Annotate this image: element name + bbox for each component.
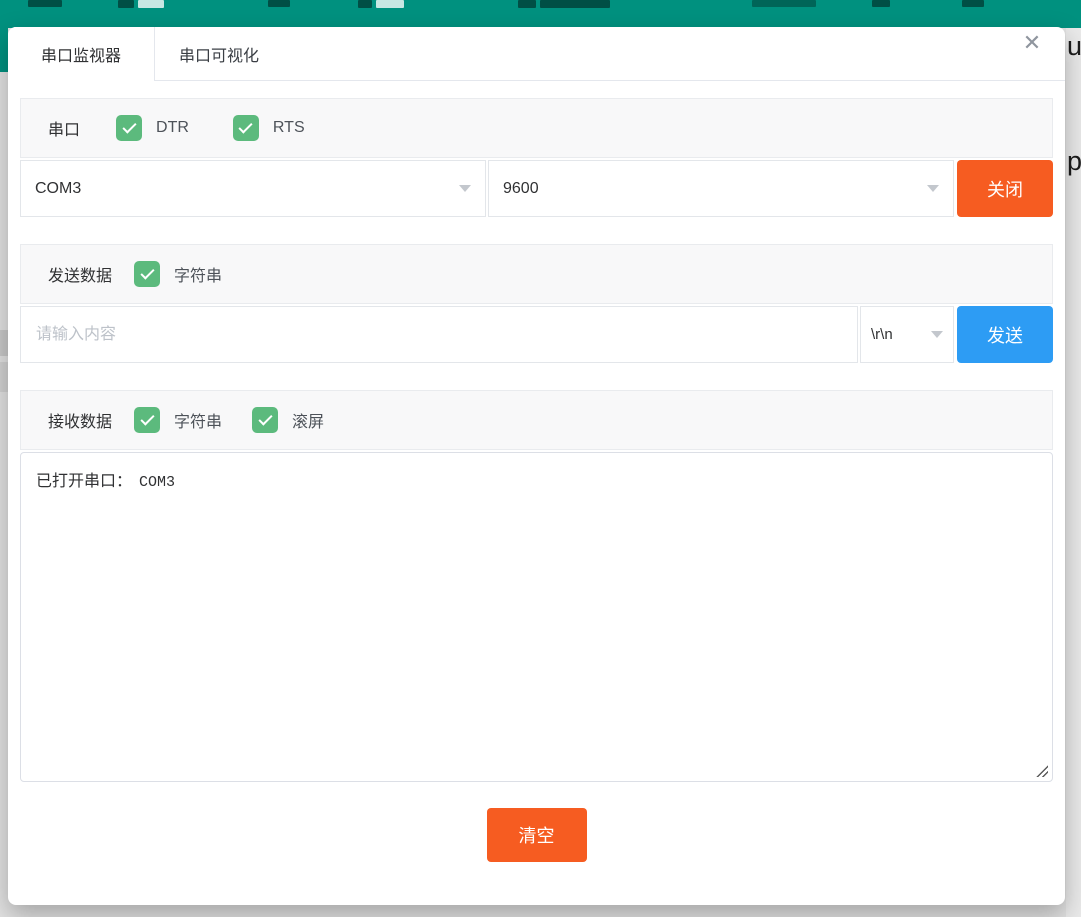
toolbar-item-fragment (962, 0, 984, 7)
send-input[interactable] (20, 306, 858, 363)
serial-monitor-dialog: 串口监视器 串口可视化 ✕ 串口 DTR RTS COM3 9600 (8, 27, 1065, 905)
send-section-header: 发送数据 字符串 (20, 244, 1053, 304)
rts-label: RTS (273, 119, 305, 137)
output-message: 已打开串口： (36, 473, 132, 490)
receive-section-title: 接收数据 (48, 408, 112, 432)
chevron-down-icon (459, 185, 471, 192)
background-toolbar (0, 0, 1081, 28)
dtr-checkbox[interactable] (116, 115, 142, 141)
dtr-label: DTR (156, 119, 189, 137)
check-icon (122, 119, 136, 133)
tab-label: 串口可视化 (179, 42, 259, 66)
toolbar-item-fragment (872, 0, 890, 7)
receive-output[interactable]: 已打开串口： COM3 (20, 452, 1053, 782)
toolbar-item-fragment (358, 0, 372, 8)
toolbar-item-fragment (518, 0, 536, 8)
receive-string-label: 字符串 (174, 408, 222, 432)
dialog-content: 串口 DTR RTS COM3 9600 关闭 发送数据 (8, 81, 1065, 862)
baud-select-value: 9600 (503, 180, 919, 198)
baud-select[interactable]: 9600 (488, 160, 954, 217)
toolbar-item-fragment (752, 0, 816, 7)
chevron-down-icon (931, 331, 943, 338)
port-select-value: COM3 (35, 180, 451, 198)
scroll-label: 滚屏 (292, 408, 324, 432)
dialog-tab-bar: 串口监视器 串口可视化 ✕ (8, 27, 1065, 81)
background-page-edge: u p (1066, 28, 1081, 917)
background-fragment (0, 330, 8, 356)
line-ending-select[interactable]: \r\n (860, 306, 954, 363)
send-string-label: 字符串 (174, 262, 222, 286)
toolbar-item-fragment (268, 0, 290, 7)
check-icon (258, 411, 272, 425)
clipped-text-fragment: p (1067, 146, 1081, 177)
background-fragment (0, 362, 8, 392)
close-icon[interactable]: ✕ (1019, 30, 1045, 56)
check-icon (140, 265, 154, 279)
serial-section-header: 串口 DTR RTS (20, 98, 1053, 158)
clear-button[interactable]: 清空 (487, 808, 587, 862)
check-icon (140, 411, 154, 425)
chevron-down-icon (927, 185, 939, 192)
toolbar-item-fragment (118, 0, 134, 8)
rts-checkbox[interactable] (233, 115, 259, 141)
port-select[interactable]: COM3 (20, 160, 486, 217)
toolbar-item-fragment (540, 0, 610, 8)
tab-label: 串口监视器 (41, 42, 121, 66)
receive-string-checkbox[interactable] (134, 407, 160, 433)
tab-serial-monitor[interactable]: 串口监视器 (8, 27, 155, 81)
tab-serial-visualization[interactable]: 串口可视化 (155, 27, 283, 81)
output-port-name: COM3 (139, 474, 175, 491)
background-toolbar-edge (0, 0, 8, 72)
check-icon (239, 119, 253, 133)
line-ending-value: \r\n (871, 326, 923, 343)
scroll-checkbox[interactable] (252, 407, 278, 433)
send-button[interactable]: 发送 (957, 306, 1053, 363)
toolbar-item-fragment (138, 0, 164, 8)
close-port-button[interactable]: 关闭 (957, 160, 1053, 217)
receive-section-header: 接收数据 字符串 滚屏 (20, 390, 1053, 450)
clear-button-row: 清空 (20, 808, 1053, 862)
send-string-checkbox[interactable] (134, 261, 160, 287)
serial-section-title: 串口 (48, 116, 80, 140)
toolbar-item-fragment (28, 0, 62, 7)
resize-handle[interactable] (1035, 764, 1048, 777)
serial-port-row: COM3 9600 关闭 (20, 160, 1053, 217)
toolbar-item-fragment (376, 0, 404, 8)
clipped-text-fragment: u (1067, 31, 1081, 62)
send-row: \r\n 发送 (20, 306, 1053, 363)
send-section-title: 发送数据 (48, 262, 112, 286)
